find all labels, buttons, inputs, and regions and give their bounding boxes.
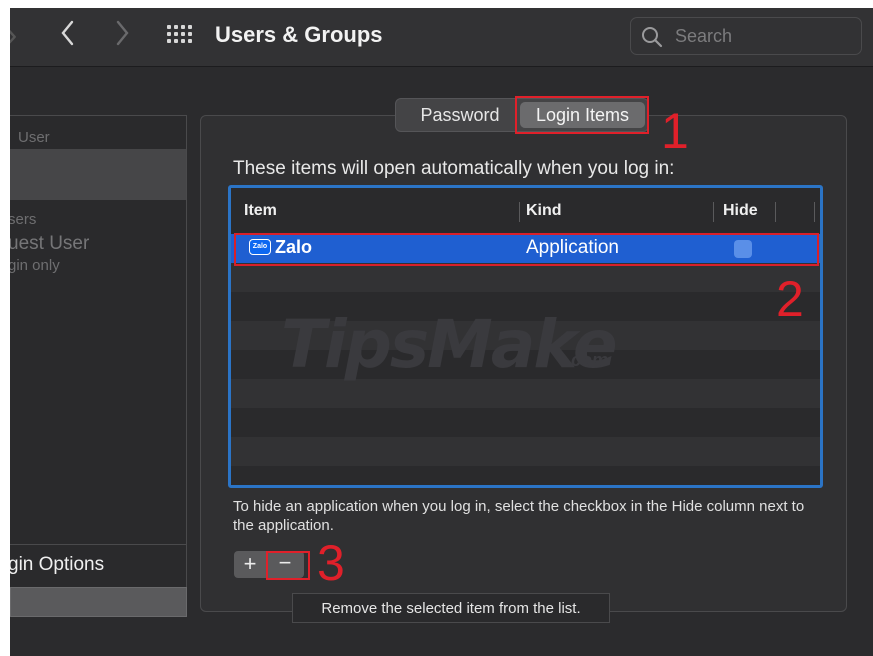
sidebar-guest-subtitle: gin only: [10, 257, 60, 274]
sidebar-current-user-label: User: [18, 129, 50, 146]
forward-button[interactable]: [114, 18, 130, 54]
hide-hint-text: To hide an application when you log in, …: [233, 498, 805, 534]
sidebar-item-selected-user[interactable]: [10, 149, 186, 200]
column-separator: [775, 202, 776, 222]
table-row-empty: [231, 466, 820, 485]
sidebar-item-guest-user[interactable]: uest User: [10, 233, 89, 255]
annotation-number-3: 3: [317, 535, 345, 591]
annotation-number-1: 1: [661, 103, 689, 159]
watermark-logo: TipsMake: [281, 306, 618, 383]
table-row-empty: [231, 437, 820, 466]
users-sidebar: User sers uest User gin only gin Options: [10, 115, 187, 589]
screenshot-frame: › Users & Groups Search User: [0, 0, 873, 656]
back-button[interactable]: [60, 18, 76, 54]
watermark-suffix: .com: [566, 350, 609, 370]
highlight-box-zalo-row: [234, 233, 819, 266]
add-button[interactable]: +: [234, 551, 266, 578]
search-placeholder: Search: [675, 26, 733, 46]
sidebar-divider: [10, 544, 186, 545]
login-items-intro: These items will open automatically when…: [233, 158, 675, 179]
column-header-hide[interactable]: Hide: [723, 202, 758, 220]
system-preferences-window: › Users & Groups Search User: [10, 8, 873, 656]
search-icon: [642, 27, 663, 48]
table-row-empty: [231, 263, 820, 292]
column-separator: [814, 202, 815, 222]
chevron-left-icon: [61, 20, 74, 46]
window-title: Users & Groups: [215, 22, 383, 47]
annotation-number-2: 2: [776, 271, 804, 327]
chevron-right-icon: [116, 20, 129, 46]
search-field[interactable]: Search: [630, 17, 862, 55]
title-bar: › Users & Groups Search: [10, 8, 873, 67]
remove-tooltip: Remove the selected item from the list.: [292, 593, 610, 623]
column-separator: [713, 202, 714, 222]
sidebar-section-other-users: sers: [10, 211, 37, 228]
highlight-box-login-items: [515, 96, 649, 134]
column-header-kind[interactable]: Kind: [526, 202, 562, 220]
column-header-item[interactable]: Item: [244, 202, 277, 220]
grid-icon[interactable]: [167, 25, 193, 47]
login-items-table: Item Kind Hide TipsMake .com Zalo Zalo A…: [228, 185, 823, 488]
tab-password[interactable]: Password: [402, 102, 518, 128]
table-row-empty: [231, 408, 820, 437]
sidebar-login-options[interactable]: gin Options: [10, 554, 104, 576]
highlight-box-remove-button: [266, 551, 310, 580]
sidebar-lock-bar: [10, 587, 187, 617]
traffic-light-partial: ›: [10, 18, 17, 52]
table-row-empty: [231, 379, 820, 408]
column-separator: [519, 202, 520, 222]
